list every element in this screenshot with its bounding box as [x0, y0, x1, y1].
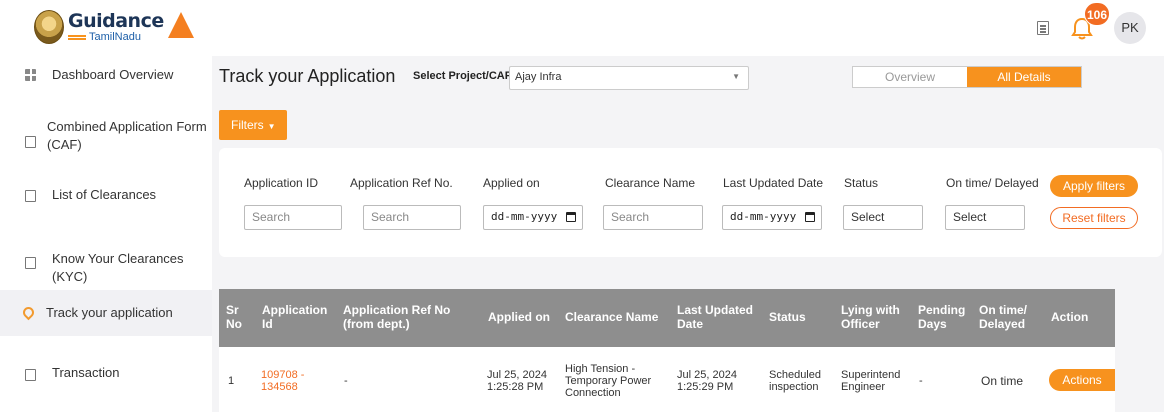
column-header-sr-no: Sr No: [226, 303, 242, 331]
ref-no-search-input[interactable]: Search: [363, 205, 461, 230]
column-header-last-updated: Last Updated Date: [677, 303, 754, 331]
cell-officer: Superintend Engineer: [841, 369, 901, 393]
cell-pending-days: -: [919, 375, 923, 387]
notification-count-badge: 106: [1084, 2, 1110, 26]
sidebar-item-transaction[interactable]: Transaction: [0, 352, 212, 396]
filters-button[interactable]: Filters ▼: [219, 110, 287, 140]
calendar-icon[interactable]: [805, 212, 815, 222]
project-select-value: Ajay Infra: [515, 71, 562, 83]
reset-filters-button[interactable]: Reset filters: [1050, 207, 1138, 229]
on-time-select[interactable]: Select: [945, 205, 1025, 230]
sidebar-item-clearances[interactable]: List of Clearances: [0, 178, 212, 210]
sidebar-item-dashboard[interactable]: Dashboard Overview: [0, 60, 212, 90]
column-header-ref-no: Application Ref No (from dept.): [343, 303, 451, 331]
column-header-pending-days: Pending Days: [918, 303, 966, 331]
chevron-down-icon: ▼: [267, 122, 276, 131]
column-header-applied-on: Applied on: [488, 310, 550, 324]
guidance-logo[interactable]: Guidance TamilNadu: [34, 10, 194, 44]
sidebar-item-label: Combined Application Form (CAF): [47, 119, 207, 152]
location-pin-icon: [20, 304, 37, 321]
application-id-search-input[interactable]: Search: [244, 205, 342, 230]
filter-label-status: Status: [844, 176, 879, 190]
document-icon: [25, 136, 36, 148]
book-icon: [25, 257, 36, 269]
top-header: Guidance TamilNadu 106 PK: [0, 0, 1164, 56]
sidebar-item-kyc[interactable]: Know Your Clearances (KYC): [0, 242, 212, 284]
status-select[interactable]: Select: [843, 205, 923, 230]
filter-label-on-time: On time/ Delayed: [946, 176, 1039, 190]
filter-label-ref-no: Application Ref No.: [350, 176, 453, 190]
cell-ref-no: -: [344, 375, 348, 387]
filter-label-application-id: Application ID: [244, 176, 319, 190]
column-header-status: Status: [769, 310, 806, 324]
sidebar-item-track-application[interactable]: Track your application: [0, 290, 212, 336]
column-header-lying-with-officer: Lying with Officer: [841, 303, 900, 331]
logo-subtitle: TamilNadu: [89, 30, 141, 43]
column-header-clearance-name: Clearance Name: [565, 310, 659, 324]
filters-button-label: Filters: [231, 118, 264, 132]
calendar-icon[interactable]: [566, 212, 576, 222]
cell-applied-on: Jul 25, 2024 1:25:28 PM: [487, 369, 547, 393]
page-title: Track your Application: [219, 66, 396, 86]
applied-on-date-input[interactable]: dd-mm-yyyy: [483, 205, 583, 230]
transaction-icon: [25, 369, 36, 381]
select-project-label: Select Project/CAF: [413, 70, 512, 82]
filter-label-last-updated: Last Updated Date: [723, 176, 824, 190]
filter-label-applied-on: Applied on: [483, 176, 540, 190]
user-avatar[interactable]: PK: [1114, 12, 1146, 44]
dashboard-icon: [25, 69, 36, 81]
last-updated-date-input[interactable]: dd-mm-yyyy: [722, 205, 822, 230]
sidebar-item-label: Dashboard Overview: [52, 67, 174, 82]
cell-status: Scheduled inspection: [769, 369, 821, 393]
filter-panel: Application ID Application Ref No. Appli…: [219, 148, 1162, 257]
cell-application-id-link[interactable]: 109708 - 134568: [261, 369, 321, 393]
cell-clearance-name: High Tension - Temporary Power Connectio…: [565, 363, 652, 399]
chevron-down-icon: ▼: [732, 72, 740, 81]
column-header-application-id: Application Id: [262, 303, 328, 331]
view-toggle: Overview All Details: [852, 66, 1082, 88]
actions-button[interactable]: Actions: [1049, 369, 1115, 391]
cell-sr-no: 1: [228, 375, 235, 387]
column-header-on-time: On time/ Delayed: [979, 303, 1028, 331]
sidebar: Dashboard Overview Combined Application …: [0, 56, 212, 412]
tamilnadu-emblem-icon: [34, 10, 64, 44]
tab-overview[interactable]: Overview: [853, 67, 967, 87]
tab-all-details[interactable]: All Details: [967, 67, 1081, 87]
last-updated-date-value: dd-mm-yyyy: [730, 210, 797, 223]
sidebar-item-label: Track your application: [46, 305, 173, 320]
sidebar-item-label: Know Your Clearances (KYC): [52, 251, 184, 284]
sidebar-item-label: List of Clearances: [52, 187, 157, 202]
sidebar-item-label: Transaction: [52, 365, 120, 380]
cell-last-updated: Jul 25, 2024 1:25:29 PM: [677, 369, 737, 393]
table-row: 1 109708 - 134568 - Jul 25, 2024 1:25:28…: [219, 347, 1115, 412]
list-icon: [25, 190, 36, 202]
table-header: Sr No Application Id Application Ref No …: [219, 289, 1115, 347]
clearance-name-search-input[interactable]: Search: [603, 205, 703, 230]
document-icon[interactable]: [1037, 21, 1049, 35]
cell-on-time: On time: [981, 374, 1024, 388]
apply-filters-button[interactable]: Apply filters: [1050, 175, 1138, 197]
logo-mountain-icon: [167, 12, 194, 38]
project-select[interactable]: Ajay Infra ▼: [509, 66, 749, 90]
sidebar-item-caf[interactable]: Combined Application Form (CAF): [0, 112, 212, 158]
applied-on-date-value: dd-mm-yyyy: [491, 210, 558, 223]
column-header-action: Action: [1051, 310, 1089, 324]
filter-label-clearance-name: Clearance Name: [605, 176, 696, 190]
logo-title: Guidance: [68, 9, 164, 32]
